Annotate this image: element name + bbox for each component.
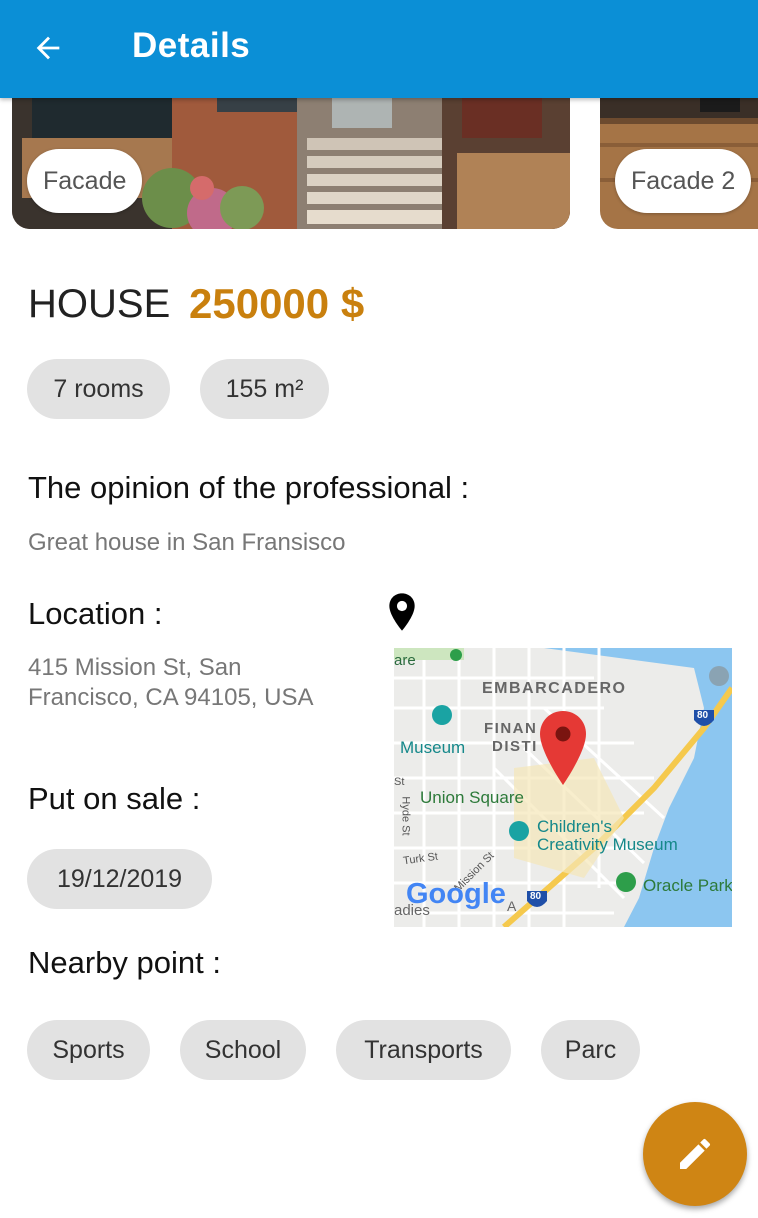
- nearby-title: Nearby point :: [28, 945, 221, 980]
- opinion-title: The opinion of the professional :: [28, 470, 470, 505]
- nearby-chip-school: School: [180, 1020, 306, 1080]
- nearby-chip-transports: Transports: [336, 1020, 511, 1080]
- map-label: DISTI: [492, 738, 538, 755]
- map-label: Museum: [400, 738, 466, 757]
- opinion-text: Great house in San Fransisco: [28, 529, 346, 556]
- map-label: EMBARCADERO: [482, 680, 627, 697]
- photo-caption: Facade: [27, 149, 143, 213]
- photo-carousel[interactable]: Facade Facade 2: [0, 98, 758, 233]
- address-line-1: 415 Mission St, San: [28, 654, 242, 681]
- property-type: HOUSE: [28, 282, 171, 326]
- map-label: Hyde St: [399, 796, 412, 836]
- sale-date-chip: 19/12/2019: [27, 849, 212, 909]
- location-title: Location :: [28, 596, 163, 631]
- edit-pencil-icon: [680, 1138, 711, 1169]
- address-line-2: Francisco, CA 94105, USA: [28, 684, 314, 711]
- map-label: Union Square: [420, 788, 524, 807]
- nearby-chip-parc: Parc: [541, 1020, 640, 1080]
- map-label: Oracle Park: [643, 876, 732, 895]
- map-label: Children's: [537, 817, 613, 836]
- area-chip: 155 m²: [200, 359, 329, 419]
- location-pin-icon: [389, 593, 415, 631]
- location-map[interactable]: are EMBARCADERO FINAN DISTI Museum Union…: [394, 648, 732, 927]
- property-price: 250000 $: [189, 280, 365, 327]
- map-label: 80: [697, 710, 709, 721]
- app-bar: Details: [0, 0, 758, 98]
- arrow-back-icon: [36, 36, 60, 60]
- map-label: St: [394, 776, 405, 788]
- edit-fab-button[interactable]: [643, 1102, 747, 1206]
- map-label: adies: [394, 902, 430, 919]
- map-label: Creativity Museum: [537, 835, 678, 854]
- map-label: FINAN: [484, 720, 538, 737]
- nearby-chip-sports: Sports: [27, 1020, 150, 1080]
- rooms-chip: 7 rooms: [27, 359, 170, 419]
- back-button[interactable]: [28, 28, 68, 68]
- map-label: are: [394, 652, 416, 669]
- photo-caption: Facade 2: [615, 149, 752, 213]
- map-label: A: [507, 898, 517, 914]
- sale-title: Put on sale :: [28, 781, 201, 816]
- photo-facade[interactable]: Facade: [12, 98, 570, 229]
- photo-facade-2[interactable]: Facade 2: [600, 98, 758, 229]
- map-label: 80: [530, 891, 542, 902]
- page-title: Details: [132, 26, 251, 65]
